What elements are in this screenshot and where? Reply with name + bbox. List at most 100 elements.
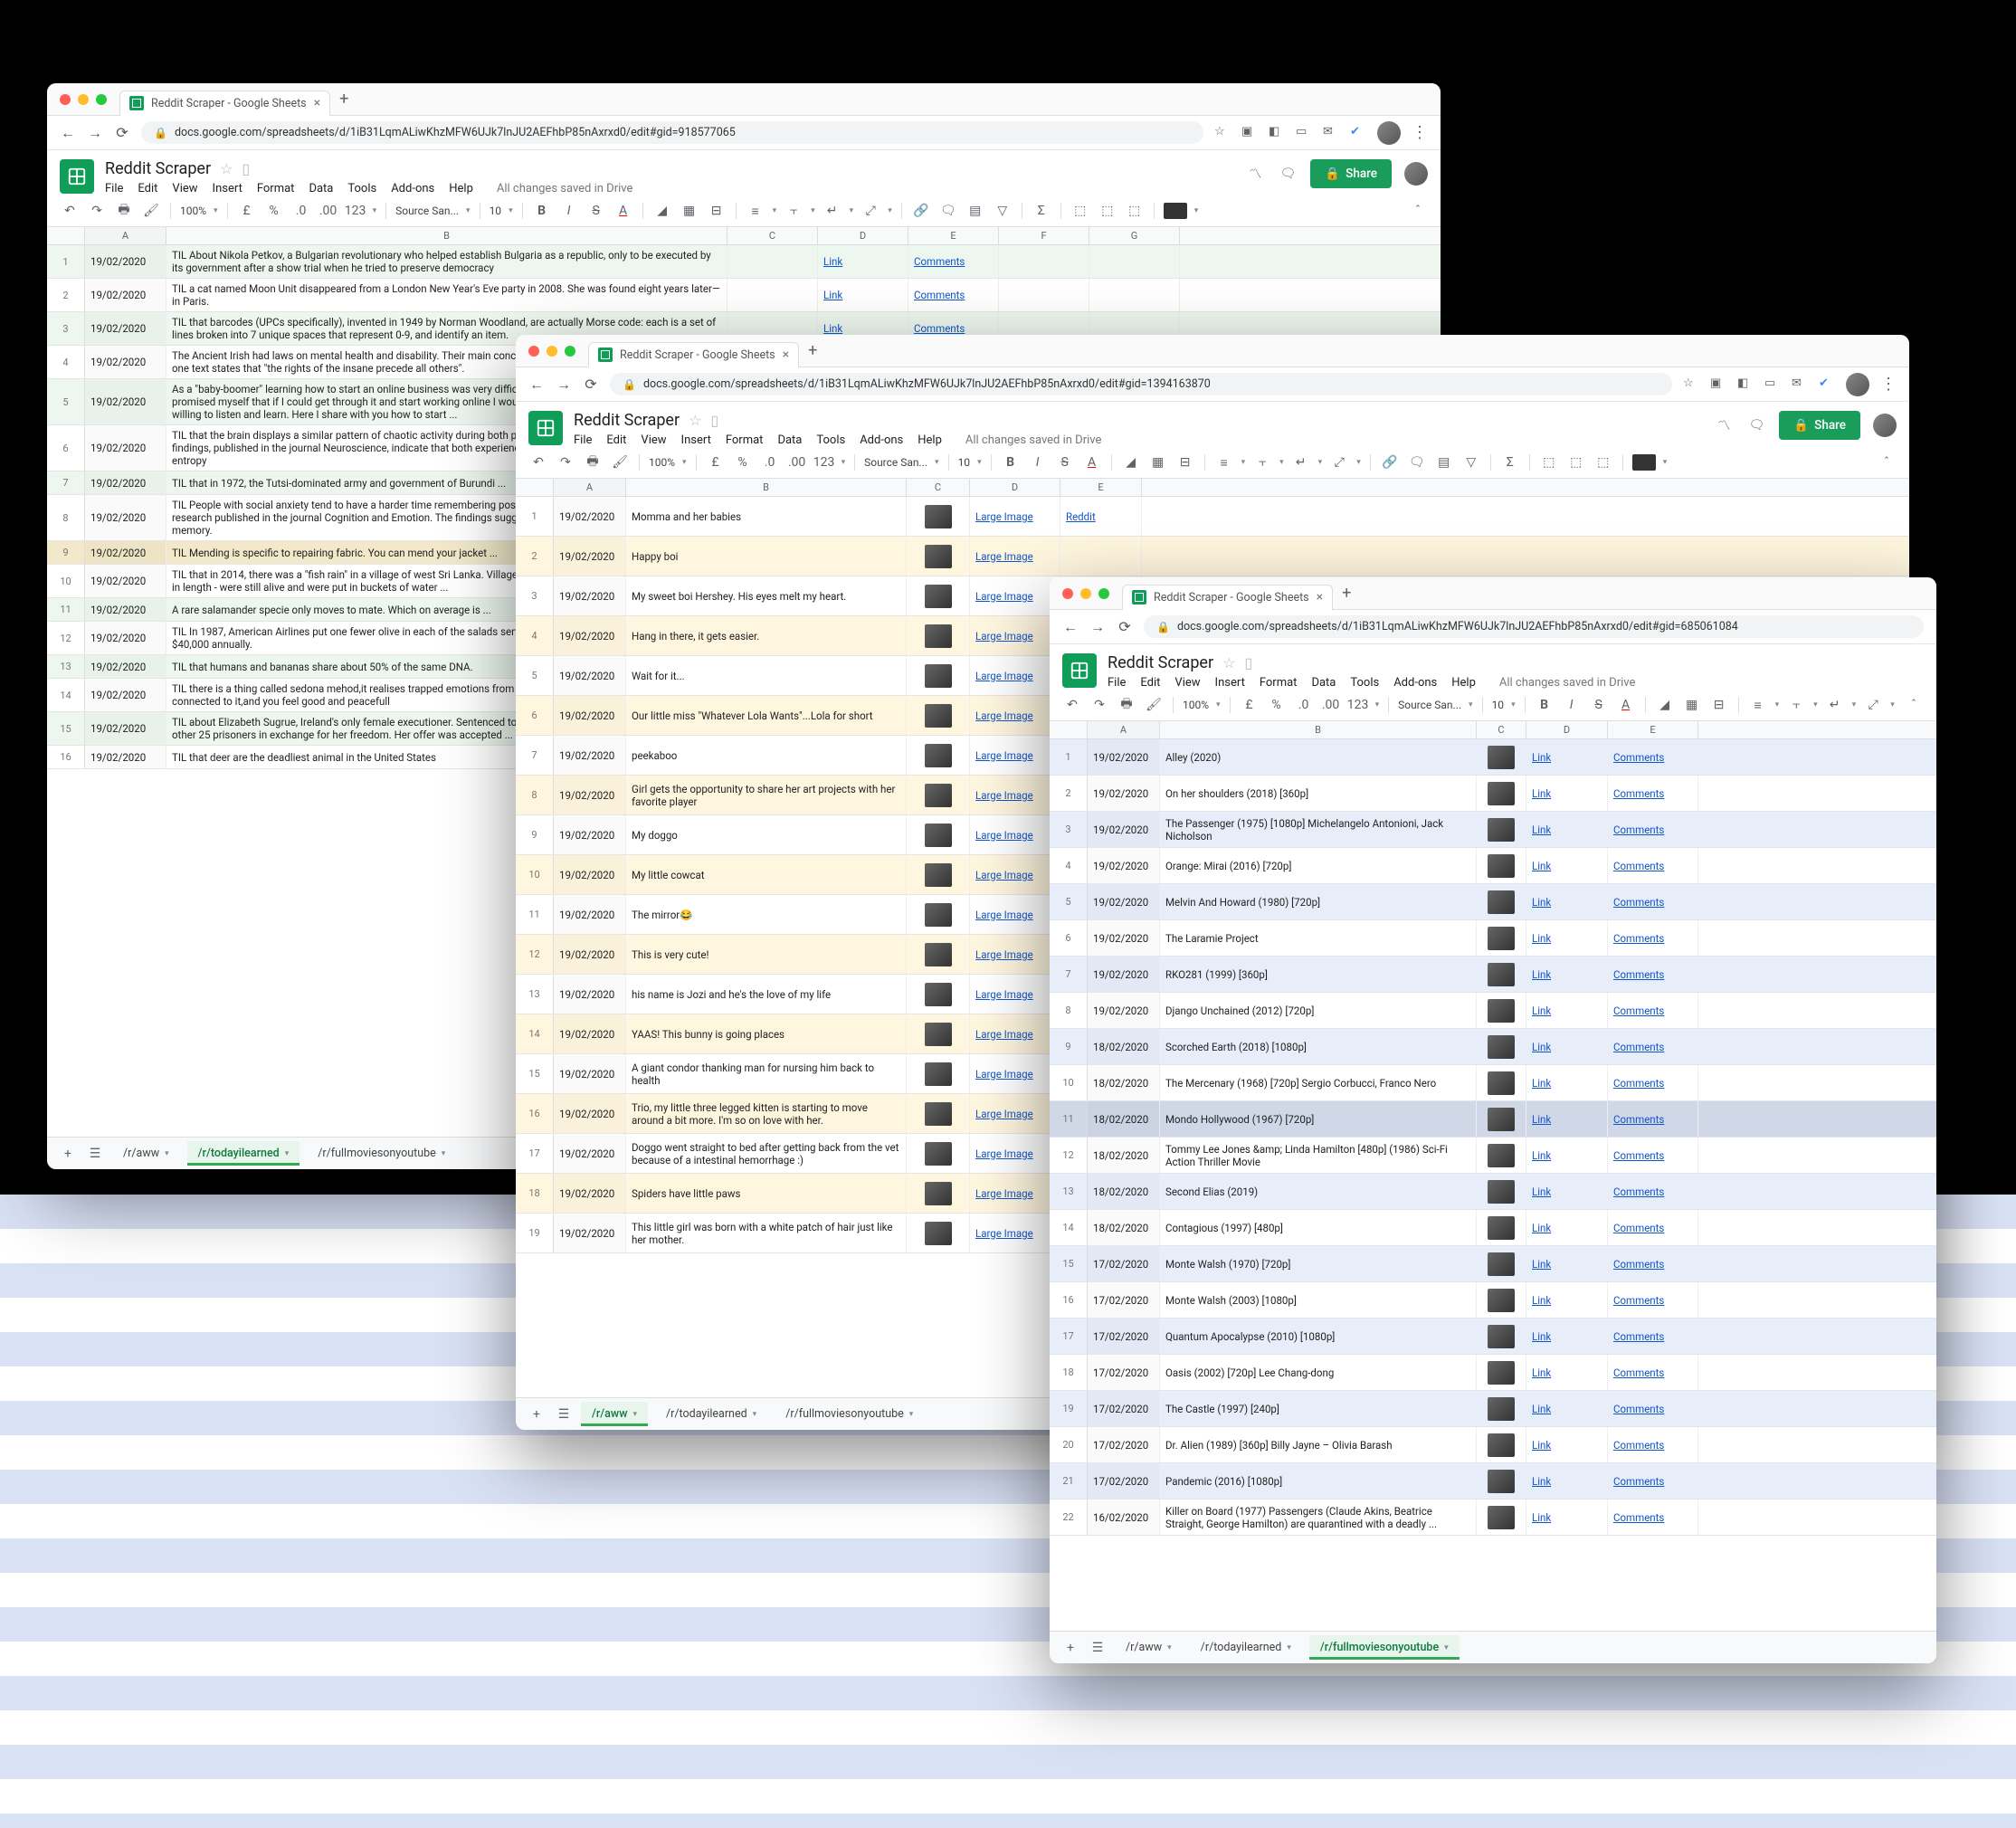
title-cell[interactable]: YAAS! This bunny is going places bbox=[626, 1014, 907, 1053]
sheets-app-icon[interactable] bbox=[1062, 653, 1097, 688]
table-row[interactable]: 18 17/02/2020 Oasis (2002) [720p] Lee Ch… bbox=[1050, 1355, 1936, 1391]
row-number[interactable]: 12 bbox=[1050, 1138, 1088, 1173]
title-cell[interactable]: Momma and her babies bbox=[626, 497, 907, 536]
back-button[interactable]: ← bbox=[528, 376, 545, 393]
extension-icon[interactable]: ✉ bbox=[1323, 125, 1339, 141]
col-header[interactable]: C bbox=[907, 479, 970, 496]
row-number[interactable]: 15 bbox=[1050, 1246, 1088, 1281]
bold-icon[interactable]: B bbox=[532, 201, 552, 221]
account-avatar[interactable] bbox=[1873, 414, 1897, 437]
title-cell[interactable]: On her shoulders (2018) [360p] bbox=[1160, 776, 1477, 811]
thumb-cell[interactable] bbox=[907, 776, 970, 814]
thumb-cell[interactable] bbox=[1477, 1427, 1526, 1462]
menu-help[interactable]: Help bbox=[449, 182, 473, 195]
forward-button[interactable]: → bbox=[1089, 619, 1106, 635]
row-number[interactable]: 3 bbox=[516, 576, 554, 615]
theme-icon[interactable] bbox=[1632, 454, 1656, 471]
row-number[interactable]: 5 bbox=[47, 379, 85, 424]
title-cell[interactable]: Alley (2020) bbox=[1160, 739, 1477, 775]
menu-tools[interactable]: Tools bbox=[347, 182, 376, 195]
fill-color-icon[interactable]: ◢ bbox=[1655, 695, 1675, 715]
title-cell[interactable]: The Passenger (1975) [1080p] Michelangel… bbox=[1160, 812, 1477, 847]
strike-icon[interactable]: S bbox=[1589, 695, 1609, 715]
link-cell[interactable]: Link bbox=[1532, 1113, 1551, 1126]
row-number[interactable]: 16 bbox=[47, 746, 85, 768]
date-cell[interactable]: 19/02/2020 bbox=[554, 736, 626, 775]
title-cell[interactable]: Orange: Mirai (2016) [720p] bbox=[1160, 848, 1477, 883]
row-number[interactable]: 2 bbox=[47, 279, 85, 311]
add-sheet-button[interactable]: + bbox=[58, 1144, 78, 1164]
row-number[interactable]: 16 bbox=[1050, 1282, 1088, 1318]
menu-file[interactable]: File bbox=[574, 433, 592, 447]
star-doc-icon[interactable]: ☆ bbox=[1222, 654, 1235, 671]
back-button[interactable]: ← bbox=[1062, 619, 1079, 635]
table-row[interactable]: 11 18/02/2020 Mondo Hollywood (1967) [72… bbox=[1050, 1101, 1936, 1138]
row-number[interactable]: 2 bbox=[1050, 776, 1088, 811]
row-number[interactable]: 18 bbox=[516, 1174, 554, 1213]
date-cell[interactable]: 19/02/2020 bbox=[554, 1014, 626, 1053]
col-header[interactable]: C bbox=[727, 227, 818, 244]
large-image-cell[interactable]: Large Image bbox=[975, 590, 1033, 603]
font-select[interactable]: Source San... bbox=[1398, 699, 1461, 711]
currency-icon[interactable]: £ bbox=[706, 452, 726, 472]
title-cell[interactable]: The Castle (1997) [240p] bbox=[1160, 1391, 1477, 1426]
menu-file[interactable]: File bbox=[1108, 676, 1126, 690]
table-row[interactable]: 1 19/02/2020 TIL About Nikola Petkov, a … bbox=[47, 245, 1441, 279]
date-cell[interactable]: 19/02/2020 bbox=[85, 565, 166, 597]
date-cell[interactable]: 19/02/2020 bbox=[1088, 739, 1160, 775]
title-cell[interactable]: RKO281 (1999) [360p] bbox=[1160, 957, 1477, 992]
comments-cell[interactable]: Comments bbox=[1613, 1041, 1664, 1053]
row-number[interactable]: 15 bbox=[516, 1054, 554, 1093]
date-cell[interactable]: 19/02/2020 bbox=[554, 935, 626, 974]
extension-icon[interactable]: ▭ bbox=[1764, 376, 1781, 393]
date-cell[interactable]: 19/02/2020 bbox=[554, 696, 626, 735]
menu-file[interactable]: File bbox=[105, 182, 123, 195]
toolbar-icon[interactable]: ⬚ bbox=[1070, 201, 1090, 221]
menu-format[interactable]: Format bbox=[257, 182, 295, 195]
zoom-select[interactable]: 100% bbox=[180, 205, 206, 217]
table-row[interactable]: 4 19/02/2020 Orange: Mirai (2016) [720p]… bbox=[1050, 848, 1936, 884]
address-bar[interactable]: 🔒 docs.google.com/spreadsheets/d/1iB31Lq… bbox=[141, 121, 1203, 144]
font-size[interactable]: 10 bbox=[490, 205, 502, 217]
decimal-dec-icon[interactable]: .0 bbox=[1294, 695, 1314, 715]
large-image-cell[interactable]: Large Image bbox=[975, 1028, 1033, 1041]
filter-icon[interactable]: ▽ bbox=[1461, 452, 1481, 472]
row-number[interactable]: 19 bbox=[516, 1214, 554, 1252]
title-cell[interactable]: Monte Walsh (2003) [1080p] bbox=[1160, 1282, 1477, 1318]
all-sheets-icon[interactable]: ☰ bbox=[85, 1144, 105, 1164]
thumb-cell[interactable] bbox=[1477, 1210, 1526, 1245]
extension-icon[interactable]: ▣ bbox=[1241, 125, 1258, 141]
sheets-app-icon[interactable] bbox=[60, 159, 94, 194]
print-icon[interactable]: 🖶 bbox=[114, 201, 134, 221]
new-tab-button[interactable]: + bbox=[808, 341, 817, 360]
col-header[interactable]: B bbox=[1160, 721, 1477, 738]
menu-data[interactable]: Data bbox=[309, 182, 333, 195]
table-row[interactable]: 14 18/02/2020 Contagious (1997) [480p] L… bbox=[1050, 1210, 1936, 1246]
large-image-cell[interactable]: Large Image bbox=[975, 829, 1033, 842]
date-cell[interactable]: 19/02/2020 bbox=[1088, 920, 1160, 956]
row-number[interactable]: 14 bbox=[1050, 1210, 1088, 1245]
toolbar-icon[interactable]: ⬚ bbox=[1125, 201, 1145, 221]
paint-format-icon[interactable]: 🖌 bbox=[1144, 695, 1164, 715]
table-row[interactable]: 17 17/02/2020 Quantum Apocalypse (2010) … bbox=[1050, 1319, 1936, 1355]
table-row[interactable]: 6 19/02/2020 The Laramie Project Link Co… bbox=[1050, 920, 1936, 957]
large-image-cell[interactable]: Large Image bbox=[975, 948, 1033, 961]
link-cell[interactable]: Link bbox=[823, 289, 842, 301]
row-number[interactable]: 5 bbox=[516, 656, 554, 695]
row-number[interactable]: 13 bbox=[516, 975, 554, 1014]
row-number[interactable]: 4 bbox=[1050, 848, 1088, 883]
link-cell[interactable]: Link bbox=[1532, 932, 1551, 945]
thumb-cell[interactable] bbox=[1477, 1065, 1526, 1100]
thumb-cell[interactable] bbox=[1477, 920, 1526, 956]
date-cell[interactable]: 19/02/2020 bbox=[85, 245, 166, 278]
row-number[interactable]: 9 bbox=[516, 815, 554, 854]
profile-avatar[interactable] bbox=[1846, 373, 1869, 396]
thumb-cell[interactable] bbox=[1477, 1101, 1526, 1137]
col-header[interactable]: B bbox=[626, 479, 907, 496]
table-row[interactable]: 16 17/02/2020 Monte Walsh (2003) [1080p]… bbox=[1050, 1282, 1936, 1319]
comments-cell[interactable]: Comments bbox=[1613, 1294, 1664, 1307]
link-cell[interactable]: Link bbox=[823, 255, 842, 268]
date-cell[interactable]: 17/02/2020 bbox=[1088, 1391, 1160, 1426]
close-tab-icon[interactable]: × bbox=[314, 96, 320, 110]
link-icon[interactable]: 🔗 bbox=[1380, 452, 1400, 472]
